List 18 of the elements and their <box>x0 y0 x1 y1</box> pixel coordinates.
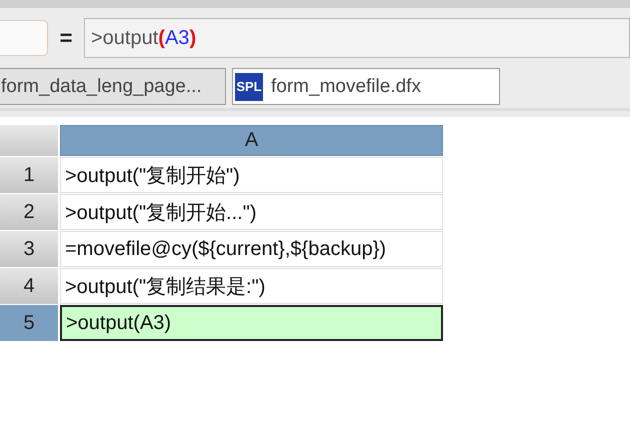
spl-file-icon: SPL <box>235 72 263 100</box>
cell-name-field[interactable] <box>0 20 48 56</box>
table-cell[interactable]: >output(A3) <box>60 305 443 341</box>
equals-sign: = <box>58 25 74 51</box>
row-header[interactable]: 1 <box>0 157 58 193</box>
row-header[interactable]: 2 <box>0 194 58 230</box>
row-header[interactable]: 4 <box>0 268 58 304</box>
table-cell[interactable]: >output("复制结果是:") <box>60 268 443 304</box>
grid-corner <box>0 125 58 156</box>
formula-field[interactable]: >output(A3) <box>84 18 630 58</box>
table-cell[interactable]: >output("复制开始...") <box>60 194 443 230</box>
file-tab[interactable]: SPL form_movefile.dfx <box>232 68 500 105</box>
file-tab[interactable]: form_data_leng_page... <box>0 68 226 105</box>
row-header[interactable]: 5 <box>0 305 58 341</box>
column-header[interactable]: A <box>60 125 443 156</box>
row-header[interactable]: 3 <box>0 231 58 267</box>
table-cell[interactable]: =movefile@cy(${current},${backup}) <box>60 231 443 267</box>
table-cell[interactable]: >output("复制开始") <box>60 157 443 193</box>
